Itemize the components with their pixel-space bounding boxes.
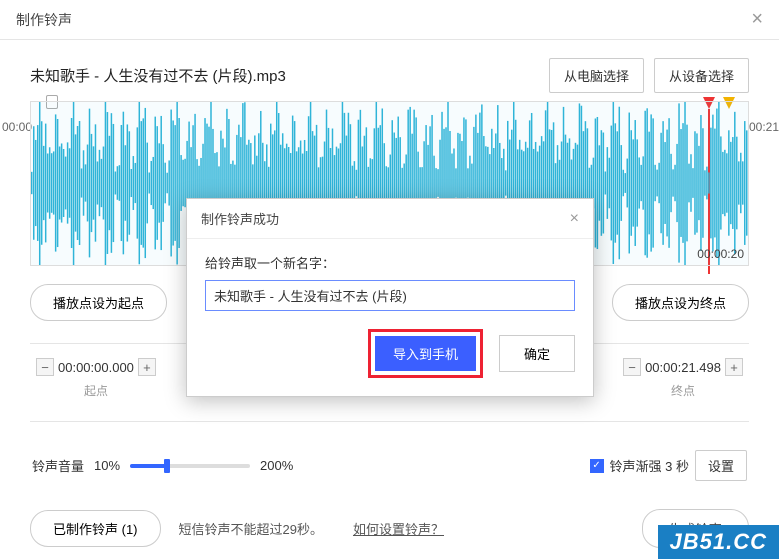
modal-overlay: 制作铃声成功 × 给铃声取一个新名字： 导入到手机 确定 bbox=[0, 0, 779, 559]
import-highlight: 导入到手机 bbox=[368, 329, 483, 378]
success-modal: 制作铃声成功 × 给铃声取一个新名字： 导入到手机 确定 bbox=[186, 198, 594, 397]
ok-button[interactable]: 确定 bbox=[499, 335, 575, 372]
watermark: JB51.CC bbox=[658, 525, 779, 559]
modal-title: 制作铃声成功 bbox=[201, 209, 279, 228]
modal-body: 给铃声取一个新名字： 导入到手机 确定 bbox=[187, 239, 593, 396]
modal-header: 制作铃声成功 × bbox=[187, 199, 593, 239]
modal-close-icon[interactable]: × bbox=[570, 210, 579, 228]
import-to-phone-button[interactable]: 导入到手机 bbox=[375, 336, 476, 371]
modal-buttons: 导入到手机 确定 bbox=[205, 329, 575, 378]
ringtone-name-input[interactable] bbox=[205, 280, 575, 311]
modal-label: 给铃声取一个新名字： bbox=[205, 253, 575, 272]
